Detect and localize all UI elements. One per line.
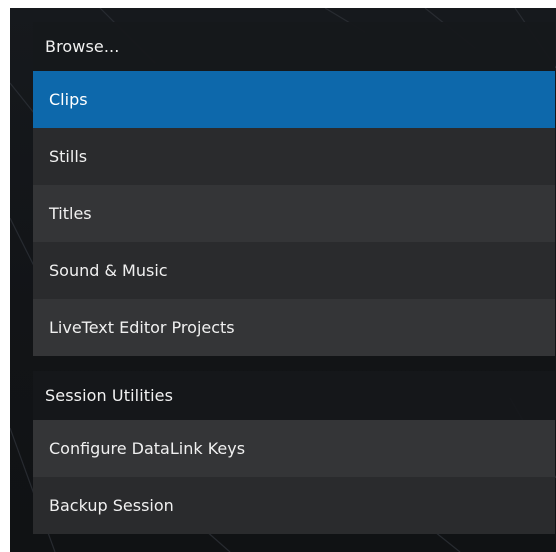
menu-item-stills[interactable]: Stills — [33, 128, 555, 185]
menu-item-label: Stills — [49, 147, 88, 166]
menu-item-label: Configure DataLink Keys — [49, 439, 246, 458]
menu-item-label: Clips — [49, 90, 88, 109]
menu-item-label: Sound & Music — [49, 261, 168, 280]
menu-item-clips[interactable]: Clips — [33, 71, 555, 128]
menu-item-label: LiveText Editor Projects — [49, 318, 235, 337]
browse-header: Browse... — [33, 22, 555, 71]
menu-item-sound-music[interactable]: Sound & Music — [33, 242, 555, 299]
menu-item-livetext-editor-projects[interactable]: LiveText Editor Projects — [33, 299, 555, 356]
menu-window: Browse... Clips Stills Titles Sound & Mu… — [10, 8, 556, 552]
menu-item-label: Backup Session — [49, 496, 174, 515]
menu-item-label: Titles — [49, 204, 92, 223]
browse-menu: Browse... Clips Stills Titles Sound & Mu… — [33, 22, 555, 534]
menu-item-titles[interactable]: Titles — [33, 185, 555, 242]
session-utilities-header: Session Utilities — [33, 371, 555, 420]
menu-item-backup-session[interactable]: Backup Session — [33, 477, 555, 534]
menu-item-configure-datalink-keys[interactable]: Configure DataLink Keys — [33, 420, 555, 477]
